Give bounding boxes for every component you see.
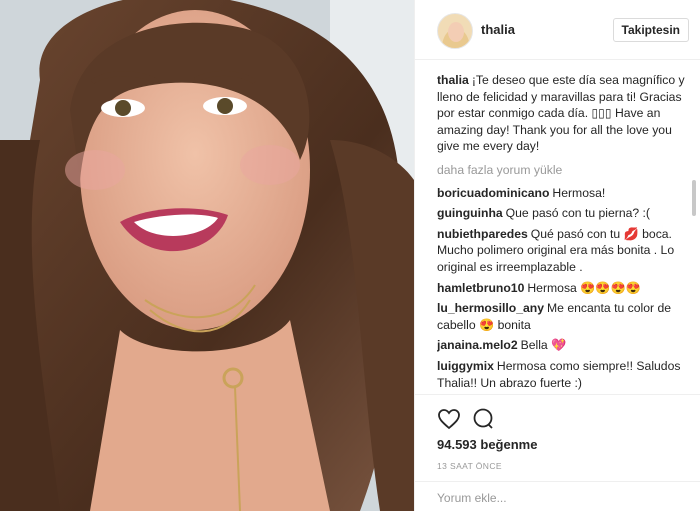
load-more-comments-link[interactable]: daha fazla yorum yükle (437, 162, 689, 179)
comment-bubble-icon-svg (473, 408, 493, 429)
follow-button[interactable]: Takiptesin (612, 18, 689, 42)
post-actions: 94.593 beğenme 13 SAAT ÖNCE (415, 394, 700, 512)
comment-text: Hermosa! (552, 185, 606, 200)
post-caption: thalia ¡Te deseo que este día sea magnífi… (437, 72, 689, 155)
comment-username[interactable]: nubiethparedes (437, 227, 528, 241)
avatar[interactable] (437, 13, 473, 49)
post-username[interactable]: thalia (481, 22, 515, 37)
caption-text: ¡Te deseo que este día sea magnífico y l… (437, 73, 685, 154)
caption-username[interactable]: thalia (437, 73, 469, 87)
list-item: janaina.melo2 Bella 💖 (437, 337, 689, 354)
comment-username[interactable]: luiggymix (437, 359, 494, 373)
comment-username[interactable]: hamletbruno10 (437, 281, 524, 295)
list-item: luiggymix Hermosa como siempre!! Saludos … (437, 358, 689, 391)
post-header: thalia Takiptesin (415, 0, 700, 60)
list-item: guinguinha Que pasó con tu pierna? :( (437, 205, 689, 222)
list-item: hamletbruno10 Hermosa 😍😍😍😍 (437, 280, 689, 297)
list-item: lu_hermosillo_any Me encanta tu color de … (437, 300, 689, 333)
comments-scrollbar[interactable] (692, 180, 696, 216)
post-photo (0, 0, 414, 511)
post-timestamp: 13 SAAT ÖNCE (437, 461, 502, 471)
add-comment-bar (415, 481, 700, 513)
comment-username[interactable]: boricuadominicano (437, 186, 549, 200)
likes-count[interactable]: 94.593 beğenme (437, 437, 537, 452)
list-item: boricuadominicano Hermosa! (437, 185, 689, 202)
comment-username[interactable]: lu_hermosillo_any (437, 301, 544, 315)
avatar-image (438, 14, 472, 48)
heart-icon-svg (438, 409, 460, 430)
comment-username[interactable]: janaina.melo2 (437, 338, 518, 352)
comment-text: Bella 💖 (520, 338, 567, 353)
comment-bubble-icon[interactable] (471, 407, 495, 431)
heart-icon[interactable] (437, 407, 461, 431)
comment-input[interactable] (437, 488, 667, 508)
comment-text: Que pasó con tu pierna? :( (505, 206, 650, 221)
portrait-image (0, 0, 414, 511)
comment-text: Hermosa 😍😍😍😍 (527, 280, 641, 295)
comment-username[interactable]: guinguinha (437, 206, 503, 220)
post-sidebar: thalia Takiptesin thalia ¡Te deseo que es… (414, 0, 700, 511)
comments-list[interactable]: thalia ¡Te deseo que este día sea magnífi… (437, 72, 689, 394)
list-item: nubiethparedes Qué pasó con tu 💋 boca. Mu… (437, 226, 689, 276)
